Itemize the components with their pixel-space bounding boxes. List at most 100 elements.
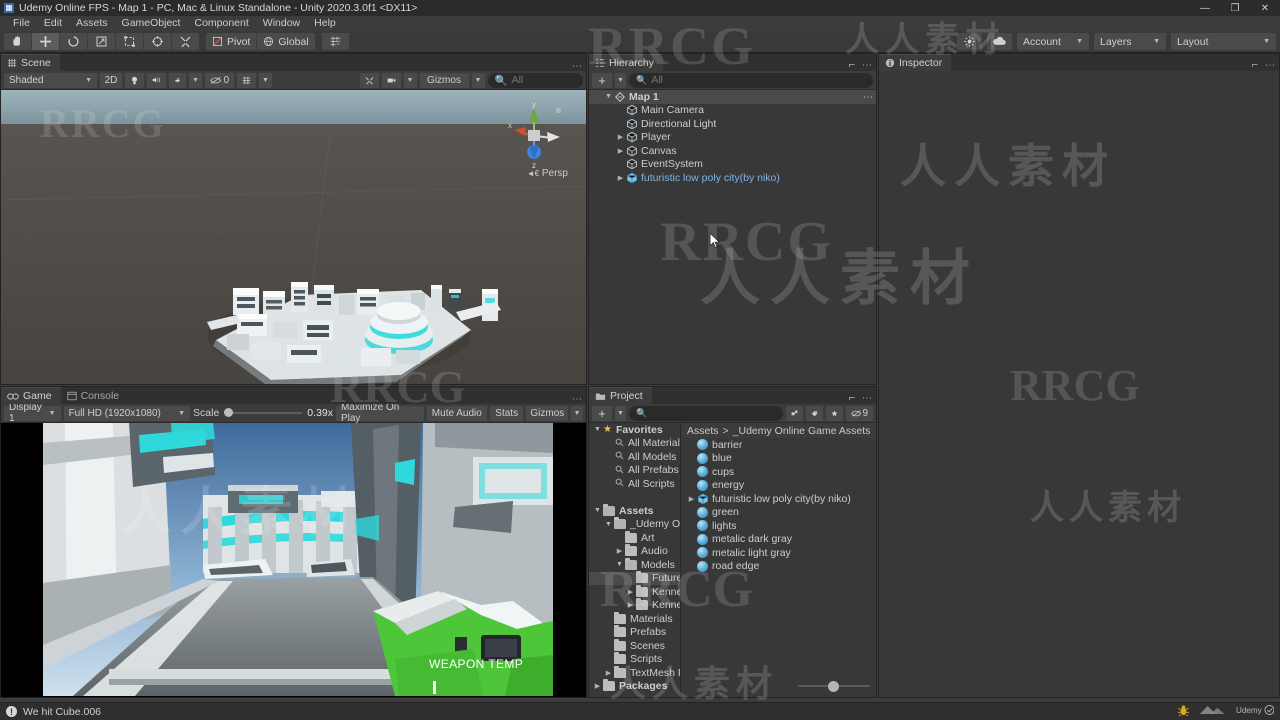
hierarchy-row[interactable]: ▶ Canvas [589,144,876,158]
scale-track[interactable] [224,408,303,417]
hidden-packages-toggle[interactable]: 9 [846,405,873,421]
disclosure-open-icon[interactable]: ▼ [603,521,614,528]
scene-menu-icon[interactable]: ⋮ [571,61,582,71]
gizmos-caret[interactable]: ▼ [471,72,485,88]
asset-zoom-slider[interactable] [798,681,870,692]
stats-button[interactable]: Stats [490,405,524,421]
project-tree-row[interactable]: ▼ Assets [589,503,680,518]
menu-item-gameobject[interactable]: GameObject [115,16,188,31]
hierarchy-row[interactable]: EventSystem [589,158,876,172]
maximize-on-play-button[interactable]: Maximize On Play [335,402,424,424]
bug-icon[interactable] [1177,704,1190,720]
menu-item-assets[interactable]: Assets [69,16,115,31]
disclosure-open-icon[interactable]: ▼ [614,561,625,568]
grid-dropdown[interactable]: ▼ [259,72,272,88]
asset-row[interactable]: ▶ futuristic low poly city(by niko) [682,492,876,506]
shading-mode-dropdown[interactable]: Shaded ▼ [4,72,97,88]
scene-tools-icon[interactable] [359,72,379,88]
disclosure-closed-icon[interactable]: ▶ [686,495,697,503]
disclosure-open-icon[interactable]: ▼ [603,93,614,100]
hierarchy-row[interactable]: ▶ Player [589,131,876,145]
collab-icon[interactable] [957,33,982,50]
cloud-icon[interactable] [987,33,1012,50]
menu-bar[interactable]: File Edit Assets GameObject Component Wi… [0,16,1280,31]
breadcrumb-current[interactable]: _Udemy Online Game Assets [733,425,871,437]
account-dropdown[interactable]: Account ▼ [1017,33,1089,50]
lock-icon[interactable]: ⌐ [849,59,855,71]
hierarchy-search-input[interactable]: 🔍 All [629,72,873,88]
disclosure-closed-icon[interactable]: ▶ [615,133,626,141]
hierarchy-tree[interactable]: ▼ Map 1 ⋮ Main Camera Directional Light ▶ Play… [589,90,876,384]
lighting-icon[interactable] [125,72,144,88]
scene-search-input[interactable]: 🔍 All [487,72,583,88]
disclosure-closed-icon[interactable]: ▶ [592,682,603,690]
inspector-menu-icon[interactable]: ⋮ [1264,60,1275,70]
project-tree-row[interactable]: All Models [589,450,680,464]
maximize-button[interactable]: ❐ [1220,0,1250,16]
asset-row[interactable]: blue [682,452,876,466]
effects-dropdown[interactable]: ▼ [189,72,202,88]
rect-tool-button[interactable] [116,33,143,50]
project-search-input[interactable]: 🔍 [629,405,783,421]
disclosure-closed-icon[interactable]: ▶ [615,147,626,155]
project-tree-row[interactable]: Scripts [589,652,680,667]
add-gameobject-caret[interactable]: ▼ [615,72,626,88]
unity-collab-icon[interactable] [1198,704,1228,720]
project-asset-list[interactable]: Assets > _Udemy Online Game Assets barri… [682,423,876,697]
disclosure-closed-icon[interactable]: ▶ [603,669,614,677]
asset-row[interactable]: metalic dark gray [682,533,876,547]
hierarchy-menu-icon[interactable]: ⋮ [861,60,872,70]
hand-tool-button[interactable] [4,33,31,50]
disclosure-closed-icon[interactable]: ▶ [615,174,626,182]
asset-row[interactable]: green [682,506,876,520]
game-gizmos-button[interactable]: Gizmos [526,405,569,421]
resolution-dropdown[interactable]: Full HD (1920x1080) ▼ [63,405,191,421]
asset-zoom-knob[interactable] [828,681,839,692]
lock-icon[interactable]: ⌐ [849,392,855,404]
audio-icon[interactable] [147,72,166,88]
prefab-filter-icon[interactable] [786,405,803,421]
project-tree-row[interactable]: ▶ Audio [589,544,680,559]
display-dropdown[interactable]: Display 1 ▼ [4,402,61,424]
project-tree-row[interactable]: All Scripts [589,477,680,491]
project-folder-tree[interactable]: ▼ ★ Favorites All Materials All Models All Pr… [589,423,681,697]
menu-item-component[interactable]: Component [187,16,255,31]
hierarchy-tab-actions[interactable]: ⌐ ⋮ [849,59,876,71]
project-tree-row[interactable]: ▼ _Udemy Onl [589,517,680,532]
camera-dropdown[interactable]: ▼ [403,72,417,88]
label-filter-icon[interactable] [806,405,823,421]
game-tab-actions[interactable]: ⋮ [571,394,586,404]
project-tree-row[interactable]: ▶ TextMesh P [589,665,680,680]
layers-dropdown[interactable]: Layers ▼ [1094,33,1166,50]
tab-inspector[interactable]: Inspector [879,54,952,71]
favorite-filter-icon[interactable] [826,405,843,421]
close-button[interactable]: ✕ [1250,0,1280,16]
asset-row[interactable]: barrier [682,438,876,452]
tab-project[interactable]: Project [589,387,652,404]
add-gameobject-button[interactable]: + [592,72,612,88]
scene-viewport[interactable]: y z x ◄€ Persp [1,90,586,384]
tab-scene[interactable]: Scene [1,54,60,71]
hierarchy-row-menu-icon[interactable]: ⋮ [862,92,873,102]
lock-icon[interactable]: ⌐ [1252,59,1258,71]
hierarchy-row[interactable]: Directional Light [589,117,876,131]
asset-row[interactable]: metalic light gray [682,546,876,560]
scene-orientation-gizmo[interactable]: y z x [500,100,568,172]
camera-icon[interactable] [381,72,401,88]
create-asset-button[interactable]: + [592,405,612,421]
status-message[interactable]: We hit Cube.006 [23,706,101,718]
move-tool-button[interactable] [32,33,59,50]
inspector-tab-actions[interactable]: ⌐ ⋮ [1252,59,1279,71]
asset-row[interactable]: cups [682,465,876,479]
gizmos-dropdown[interactable]: Gizmos [419,72,469,88]
disclosure-closed-icon[interactable]: ▶ [614,547,625,555]
global-toggle[interactable]: Global [257,33,315,50]
grid-icon[interactable] [237,72,256,88]
tab-game[interactable]: Game [1,387,61,404]
game-menu-icon[interactable]: ⋮ [571,394,582,404]
project-tree-row[interactable]: ▶ Kenne [589,598,680,613]
game-gizmos-caret[interactable]: ▼ [571,405,583,421]
effects-icon[interactable] [169,72,186,88]
hidden-objects-toggle[interactable]: 0 [205,72,234,88]
project-tree-row[interactable]: ▼ ★ Favorites [589,423,680,437]
